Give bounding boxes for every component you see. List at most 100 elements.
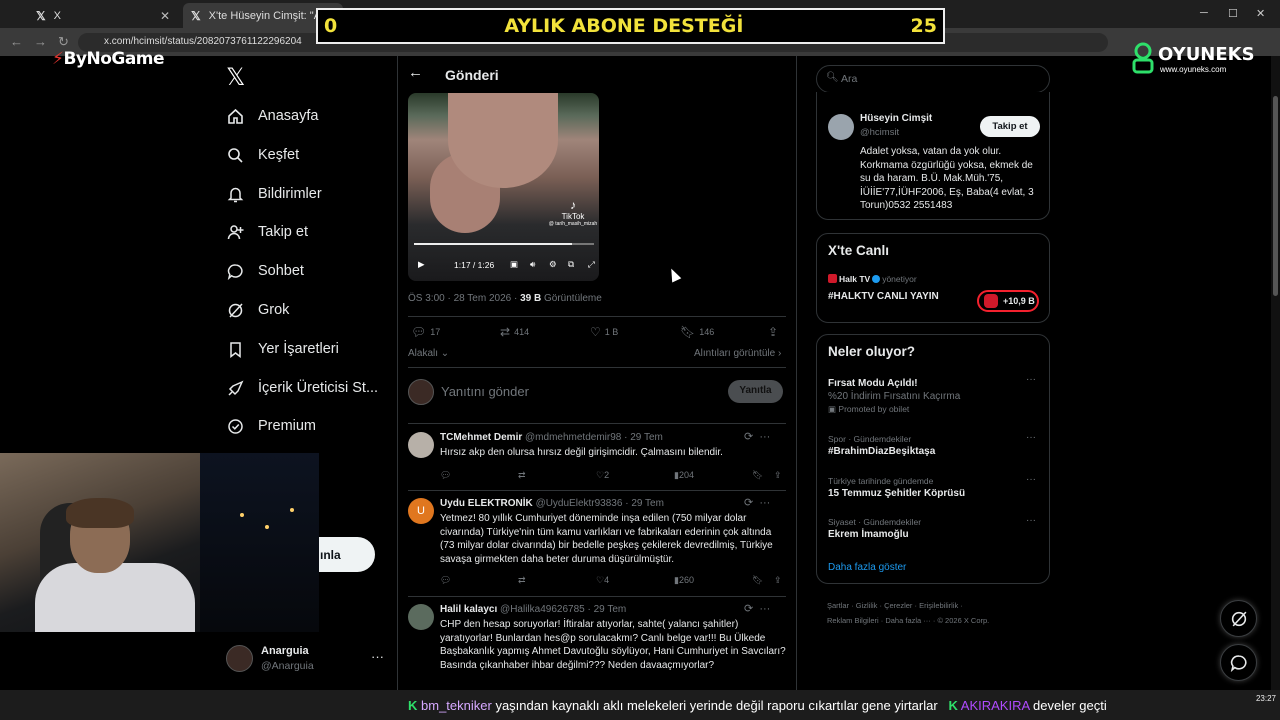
settings-icon[interactable]: ⚙︎ (549, 259, 557, 270)
repost-icon: ⇄ (500, 325, 511, 339)
tab-x[interactable]: 𝕏 X ✕ (28, 3, 178, 28)
messages-fab[interactable] (1220, 644, 1257, 681)
more-icon[interactable]: ··· (1026, 432, 1036, 443)
kick-icon: K (948, 698, 958, 713)
more-icon[interactable]: ··· (1026, 474, 1036, 485)
grok-icon (1231, 611, 1246, 626)
sidebar-item-chat[interactable]: Sohbet (226, 256, 304, 286)
reply-button[interactable]: Yanıtla (728, 380, 783, 403)
avatar (226, 645, 253, 672)
back-icon[interactable]: ← (10, 34, 23, 49)
reply-input[interactable]: Yanıtını gönder (441, 384, 529, 399)
close-tab-icon[interactable]: ✕ (160, 9, 170, 23)
view-quotes-link[interactable]: Alıntıları görüntüle › (694, 348, 781, 359)
subscriber-banner: 0 AYLIK ABONE DESTEĞİ 25 (316, 8, 945, 44)
more-icon[interactable]: ··· (371, 649, 384, 664)
page-title: Gönderi (445, 67, 499, 83)
sidebar-item-explore[interactable]: Keşfet (226, 140, 299, 170)
share-action[interactable]: ⇪ (768, 325, 782, 339)
search-icon: 🔍︎ (826, 72, 839, 83)
bell-icon (226, 185, 244, 203)
live-tag[interactable]: #HALKTV CANLI YAYIN (828, 291, 939, 302)
repost-action[interactable]: ⇄ 414 (500, 325, 529, 339)
more-icon[interactable]: ⟳ ··· (744, 430, 770, 443)
captions-icon[interactable]: ▣ (510, 259, 518, 270)
sidebar-item-label: Yer İşaretleri (258, 341, 339, 357)
reply-author-name: Uydu ELEKTRONİK (440, 498, 533, 509)
chat-icon (226, 262, 244, 280)
heart-icon: ♡ (590, 325, 601, 339)
reply-item[interactable]: Halil kalaycı @Halilka49626785 · 29 Tem … (408, 602, 786, 688)
back-arrow-icon[interactable]: ← (408, 64, 423, 81)
reply-action[interactable]: 💬︎ 17 (411, 325, 440, 339)
video-player[interactable]: ♪ TikTok @ tarih_masih_mizah ▶ 1:17 / 1:… (408, 93, 599, 281)
sidebar-item-grok[interactable]: Grok (226, 295, 289, 325)
sidebar-item-creator-studio[interactable]: İçerik Üreticisi St... (226, 373, 378, 403)
sidebar-item-bookmarks[interactable]: Yer İşaretleri (226, 334, 339, 364)
scrollbar[interactable] (1271, 56, 1280, 690)
sidebar-item-label: Bildirimler (258, 186, 322, 202)
sidebar-item-label: Anasayfa (258, 108, 319, 124)
more-icon[interactable]: ··· (1026, 374, 1036, 385)
avatar[interactable] (828, 114, 854, 140)
maximize-icon[interactable]: ☐ (1228, 7, 1238, 20)
banner-right-count: 25 (910, 15, 937, 37)
author-name[interactable]: Hüseyin Cimşit (860, 113, 932, 124)
fullscreen-icon[interactable]: ⤢ (588, 259, 595, 270)
play-icon[interactable]: ▶ (418, 259, 425, 270)
author-card: Hüseyin Cimşit @hcimsit Takip et Adalet … (816, 92, 1050, 220)
x-home-logo-icon[interactable]: 𝕏 (226, 63, 245, 91)
account-switcher[interactable]: Anarguia @Anarguia ··· (226, 643, 396, 673)
follow-button[interactable]: Takip et (980, 116, 1040, 137)
reply-icon: 💬︎ (440, 470, 452, 480)
close-window-icon[interactable]: ✕ (1256, 7, 1265, 20)
trend-item[interactable]: Türkiye tarihinde gündemde 15 Temmuz Şeh… (828, 474, 1042, 499)
banner-title: AYLIK ABONE DESTEĞİ (504, 15, 744, 37)
live-source: Halk TV yönetiyor (828, 274, 917, 284)
repost-icon: ⇄ (518, 470, 526, 480)
live-listeners-pill[interactable]: +10,9 B (977, 290, 1039, 312)
volume-icon[interactable]: 🔊︎ (530, 259, 535, 270)
post-meta: ÖS 3:00 · 28 Tem 2026 · 39 B Görüntüleme (408, 293, 602, 304)
sidebar-item-premium[interactable]: Premium (226, 411, 316, 441)
sponsor-logo-bynogame: ⚡ByNoGame (52, 49, 165, 69)
trend-item[interactable]: Fırsat Modu Açıldı! %20 İndirim Fırsatın… (828, 374, 1042, 415)
more-icon[interactable]: ⟳ ··· (744, 496, 770, 509)
trend-item[interactable]: Siyaset · Gündemdekiler Ekrem İmamoğlu ·… (828, 515, 1042, 540)
home-icon (226, 107, 244, 125)
like-action[interactable]: ♡ 1 B (590, 325, 618, 339)
forward-icon[interactable]: → (34, 34, 47, 49)
halktv-logo-icon (828, 274, 837, 283)
show-more-link[interactable]: Daha fazla göster (828, 562, 906, 573)
avatar: U (408, 498, 434, 524)
reply-author-name: Halil kalaycı (440, 604, 498, 615)
robot-logo-icon (1132, 42, 1154, 74)
bookmark-action[interactable]: 🔖︎ 146 (680, 325, 714, 339)
more-icon[interactable]: ⟳ ··· (744, 602, 770, 615)
sidebar-item-notifications[interactable]: Bildirimler (226, 179, 322, 209)
reload-icon[interactable]: ↻ (58, 34, 69, 50)
sidebar-item-label: Grok (258, 302, 290, 318)
more-icon[interactable]: ··· (1026, 515, 1036, 526)
trend-item[interactable]: Spor · Gündemdekiler #BrahimDiazBeşiktaş… (828, 432, 1042, 457)
video-progress-bar[interactable] (414, 243, 594, 245)
search-input[interactable]: 🔍︎ Ara (816, 65, 1050, 93)
video-time: 1:17 / 1:26 (454, 260, 495, 270)
system-clock[interactable]: 23:27 (1240, 694, 1276, 704)
minimize-icon[interactable]: ─ (1200, 7, 1208, 19)
sidebar-item-home[interactable]: Anasayfa (226, 101, 318, 131)
footer-links: Şartlar · Gizlilik · Çerezler · Erişileb… (827, 601, 990, 625)
sidebar-item-follow[interactable]: Takip et (226, 217, 308, 247)
sort-dropdown[interactable]: Alakalı ⌄ (408, 348, 449, 359)
webcam-overlay (0, 453, 319, 632)
reply-item[interactable]: U Uydu ELEKTRONİK @UyduElektr93836 · 29 … (408, 496, 786, 593)
heart-icon: ♡ 4 (596, 575, 610, 585)
share-icon: ⇪ (774, 470, 782, 480)
verified-icon (872, 275, 881, 283)
grok-fab[interactable] (1220, 600, 1257, 637)
reply-item[interactable]: TCMehmet Demir @mdmehmetdemir98 · 29 Tem… (408, 430, 786, 487)
promoted-icon: ▣ (828, 404, 837, 414)
views-icon: ▮ 260 (674, 575, 694, 585)
pip-icon[interactable]: ⧉ (568, 259, 574, 270)
bookmark-icon: 🔖︎ (752, 470, 764, 480)
